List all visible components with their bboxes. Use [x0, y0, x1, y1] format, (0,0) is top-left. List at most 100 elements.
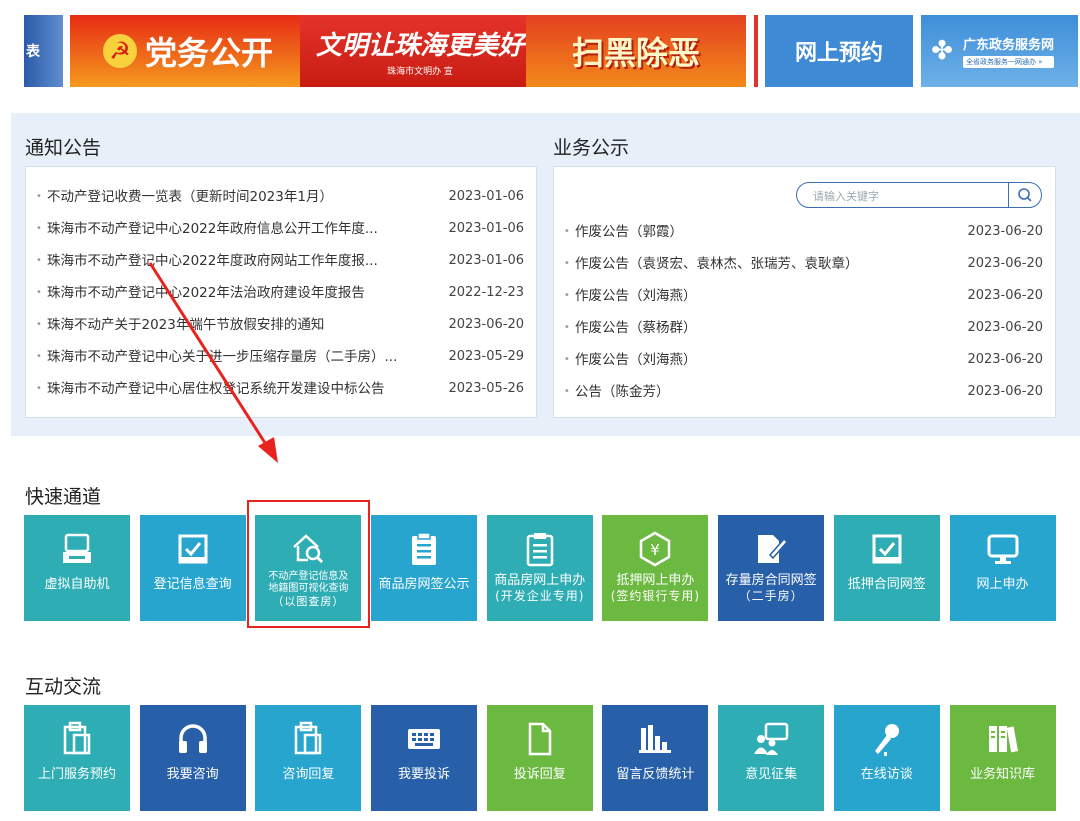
- bullet-icon: •: [564, 322, 570, 333]
- tile-sublabel: (签约银行专用): [610, 589, 701, 603]
- presentation-icon: [752, 721, 790, 757]
- sign-pen-icon: [753, 531, 789, 567]
- list-item-link[interactable]: 不动产登记收费一览表（更新时间2023年1月）: [47, 181, 333, 213]
- banner-civilization[interactable]: 文明让珠海更美好 珠海市文明办 宣: [300, 15, 540, 87]
- tile-sublabel: (开发企业专用): [495, 589, 585, 603]
- clipboard-icon: [409, 531, 439, 567]
- interact-tile[interactable]: 在线访谈: [833, 705, 940, 811]
- banner-divider: [754, 15, 758, 87]
- banner-party-label: 党务公开: [144, 34, 273, 72]
- quick-tile[interactable]: 商品房网上申办 (开发企业专用): [486, 515, 593, 621]
- interact-tile[interactable]: 咨询回复: [255, 705, 362, 811]
- list-item-date: 2023-06-20: [967, 352, 1043, 367]
- tile-label: 抵押网上申办: [616, 573, 695, 588]
- banner-partial[interactable]: 表: [24, 15, 63, 87]
- business-item[interactable]: • 作废公告（郭霞） 2023-06-20: [554, 216, 1055, 248]
- list-item-link[interactable]: 公告（陈金芳）: [575, 376, 670, 408]
- interact-tile[interactable]: 我要投诉: [371, 705, 478, 811]
- quick-tile[interactable]: 网上申办: [949, 515, 1056, 621]
- banner-appointment-label: 网上预约: [794, 41, 883, 66]
- list-item-link[interactable]: 珠海市不动产登记中心居住权登记系统开发建设中标公告: [47, 373, 385, 405]
- tile-label: 商品房网签公示: [378, 577, 470, 592]
- list-item-link[interactable]: 作废公告（蔡杨群）: [575, 312, 697, 344]
- banner-party-affairs[interactable]: ☭ 党务公开: [70, 15, 306, 87]
- list-item-link[interactable]: 珠海市不动产登记中心2022年法治政府建设年度报告: [47, 277, 365, 309]
- notice-item[interactable]: • 不动产登记收费一览表（更新时间2023年1月） 2023-01-06: [26, 181, 536, 213]
- notice-item[interactable]: • 珠海市不动产登记中心居住权登记系统开发建设中标公告 2023-05-26: [26, 373, 536, 405]
- search-input[interactable]: [811, 186, 1005, 206]
- interact-tile[interactable]: 上门服务预约: [24, 705, 130, 811]
- business-item[interactable]: • 作废公告（袁贤宏、袁林杰、张瑞芳、袁耿章） 2023-06-20: [554, 248, 1055, 280]
- business-list: • 作废公告（郭霞） 2023-06-20 • 作废公告（袁贤宏、袁林杰、张瑞芳、袁耿章…: [554, 216, 1055, 408]
- svg-text:¥: ¥: [651, 541, 661, 559]
- business-item[interactable]: • 作废公告（刘海燕） 2023-06-20: [554, 344, 1055, 376]
- interact-tile[interactable]: 留言反馈统计: [602, 705, 709, 811]
- bullet-icon: •: [36, 319, 42, 330]
- quick-tile[interactable]: ¥ 抵押网上申办 (签约银行专用): [602, 515, 709, 621]
- bullet-icon: •: [36, 287, 42, 298]
- notices-list: • 不动产登记收费一览表（更新时间2023年1月） 2023-01-06 • 珠海市不动…: [26, 181, 536, 405]
- tile-label: 上门服务预约: [37, 767, 116, 782]
- notice-item[interactable]: • 珠海不动产关于2023年端午节放假安排的通知 2023-06-20: [26, 309, 536, 341]
- list-item-link[interactable]: 作废公告（袁贤宏、袁林杰、张瑞芳、袁耿章）: [575, 248, 859, 280]
- interact-tile[interactable]: 意见征集: [718, 705, 825, 811]
- tile-label: 存量房合同网签: [725, 573, 817, 588]
- tile-label: 虚拟自助机: [44, 577, 110, 592]
- notice-item[interactable]: • 珠海市不动产登记中心2022年法治政府建设年度报告 2022-12-23: [26, 277, 536, 309]
- business-item[interactable]: • 作废公告（蔡杨群） 2023-06-20: [554, 312, 1055, 344]
- interaction-title: 互动交流: [25, 676, 102, 698]
- clipboard-doc-icon: [292, 721, 324, 757]
- checkbox-icon: [176, 531, 210, 567]
- highlight-box: [247, 500, 370, 628]
- list-item-link[interactable]: 珠海市不动产登记中心2022年度政府网站工作年度报...: [47, 245, 378, 277]
- quick-tile[interactable]: 登记信息查询: [139, 515, 246, 621]
- banner-anti-crime[interactable]: 扫黑除恶: [526, 15, 746, 87]
- terminal-icon: [60, 531, 94, 567]
- list-item-date: 2023-06-20: [967, 320, 1043, 335]
- tile-label: 商品房网上申办: [494, 573, 586, 588]
- notice-item[interactable]: • 珠海市不动产登记中心关于进一步压缩存量房（二手房）... 2023-05-29: [26, 341, 536, 373]
- list-item-link[interactable]: 作废公告（刘海燕）: [575, 280, 697, 312]
- list-item-date: 2023-01-06: [448, 189, 524, 204]
- tile-label: 登记信息查询: [153, 577, 232, 592]
- list-item-link[interactable]: 珠海不动产关于2023年端午节放假安排的通知: [47, 309, 324, 341]
- search-icon[interactable]: [1008, 182, 1041, 208]
- quick-tile[interactable]: 商品房网签公示: [371, 515, 478, 621]
- list-item-date: 2022-12-23: [448, 285, 524, 300]
- quick-tile[interactable]: 抵押合同网签: [833, 515, 940, 621]
- quick-tile[interactable]: 虚拟自助机: [24, 515, 130, 621]
- tile-label: 我要咨询: [166, 767, 219, 782]
- banner-online-appointment[interactable]: 网上预约: [765, 15, 913, 87]
- interaction-tiles: 上门服务预约 我要咨询 咨询回复 我要投诉 投诉回复 留言反馈统计 意见征集 在线访谈 业务知识…: [24, 705, 1065, 811]
- bar-chart-icon: [637, 721, 673, 757]
- bullet-icon: •: [564, 226, 570, 237]
- bullet-icon: •: [564, 386, 570, 397]
- list-item-date: 2023-01-06: [448, 221, 524, 236]
- banner-gd-sub: 全省政务服务一网通办 »: [963, 56, 1055, 68]
- bullet-icon: •: [36, 191, 42, 202]
- list-item-link[interactable]: 作废公告（郭霞）: [575, 216, 683, 248]
- quick-channel-title: 快速通道: [25, 486, 102, 508]
- notice-item[interactable]: • 珠海市不动产登记中心2022年度政府网站工作年度报... 2023-01-06: [26, 245, 536, 277]
- list-item-link[interactable]: 珠海市不动产登记中心关于进一步压缩存量房（二手房）...: [47, 341, 397, 373]
- clipboard-doc-icon: [61, 721, 93, 757]
- quick-tile[interactable]: 存量房合同网签 （二手房）: [718, 515, 825, 621]
- yuan-shield-icon: ¥: [638, 531, 672, 567]
- business-item[interactable]: • 作废公告（刘海燕） 2023-06-20: [554, 280, 1055, 312]
- banner-gd-gov-service[interactable]: ✤ 广东政务服务网 全省政务服务一网通办 »: [921, 15, 1078, 87]
- tile-label: 抵押合同网签: [847, 577, 926, 592]
- bullet-icon: •: [36, 351, 42, 362]
- tile-label: 留言反馈统计: [616, 767, 695, 782]
- interact-tile[interactable]: 业务知识库: [949, 705, 1056, 811]
- list-item-link[interactable]: 作废公告（刘海燕）: [575, 344, 697, 376]
- notice-item[interactable]: • 珠海市不动产登记中心2022年政府信息公开工作年度... 2023-01-06: [26, 213, 536, 245]
- list-item-date: 2023-06-20: [967, 384, 1043, 399]
- notice-panel: 通知公告 • 不动产登记收费一览表（更新时间2023年1月） 2023-01-06 •…: [11, 113, 1080, 436]
- list-item-link[interactable]: 珠海市不动产登记中心2022年政府信息公开工作年度...: [47, 213, 378, 245]
- party-emblem-icon: ☭: [102, 34, 137, 68]
- document-icon: [525, 721, 555, 757]
- business-item[interactable]: • 公告（陈金芳） 2023-06-20: [554, 376, 1055, 408]
- tile-label: 在线访谈: [860, 767, 913, 782]
- interact-tile[interactable]: 投诉回复: [486, 705, 593, 811]
- interact-tile[interactable]: 我要咨询: [139, 705, 246, 811]
